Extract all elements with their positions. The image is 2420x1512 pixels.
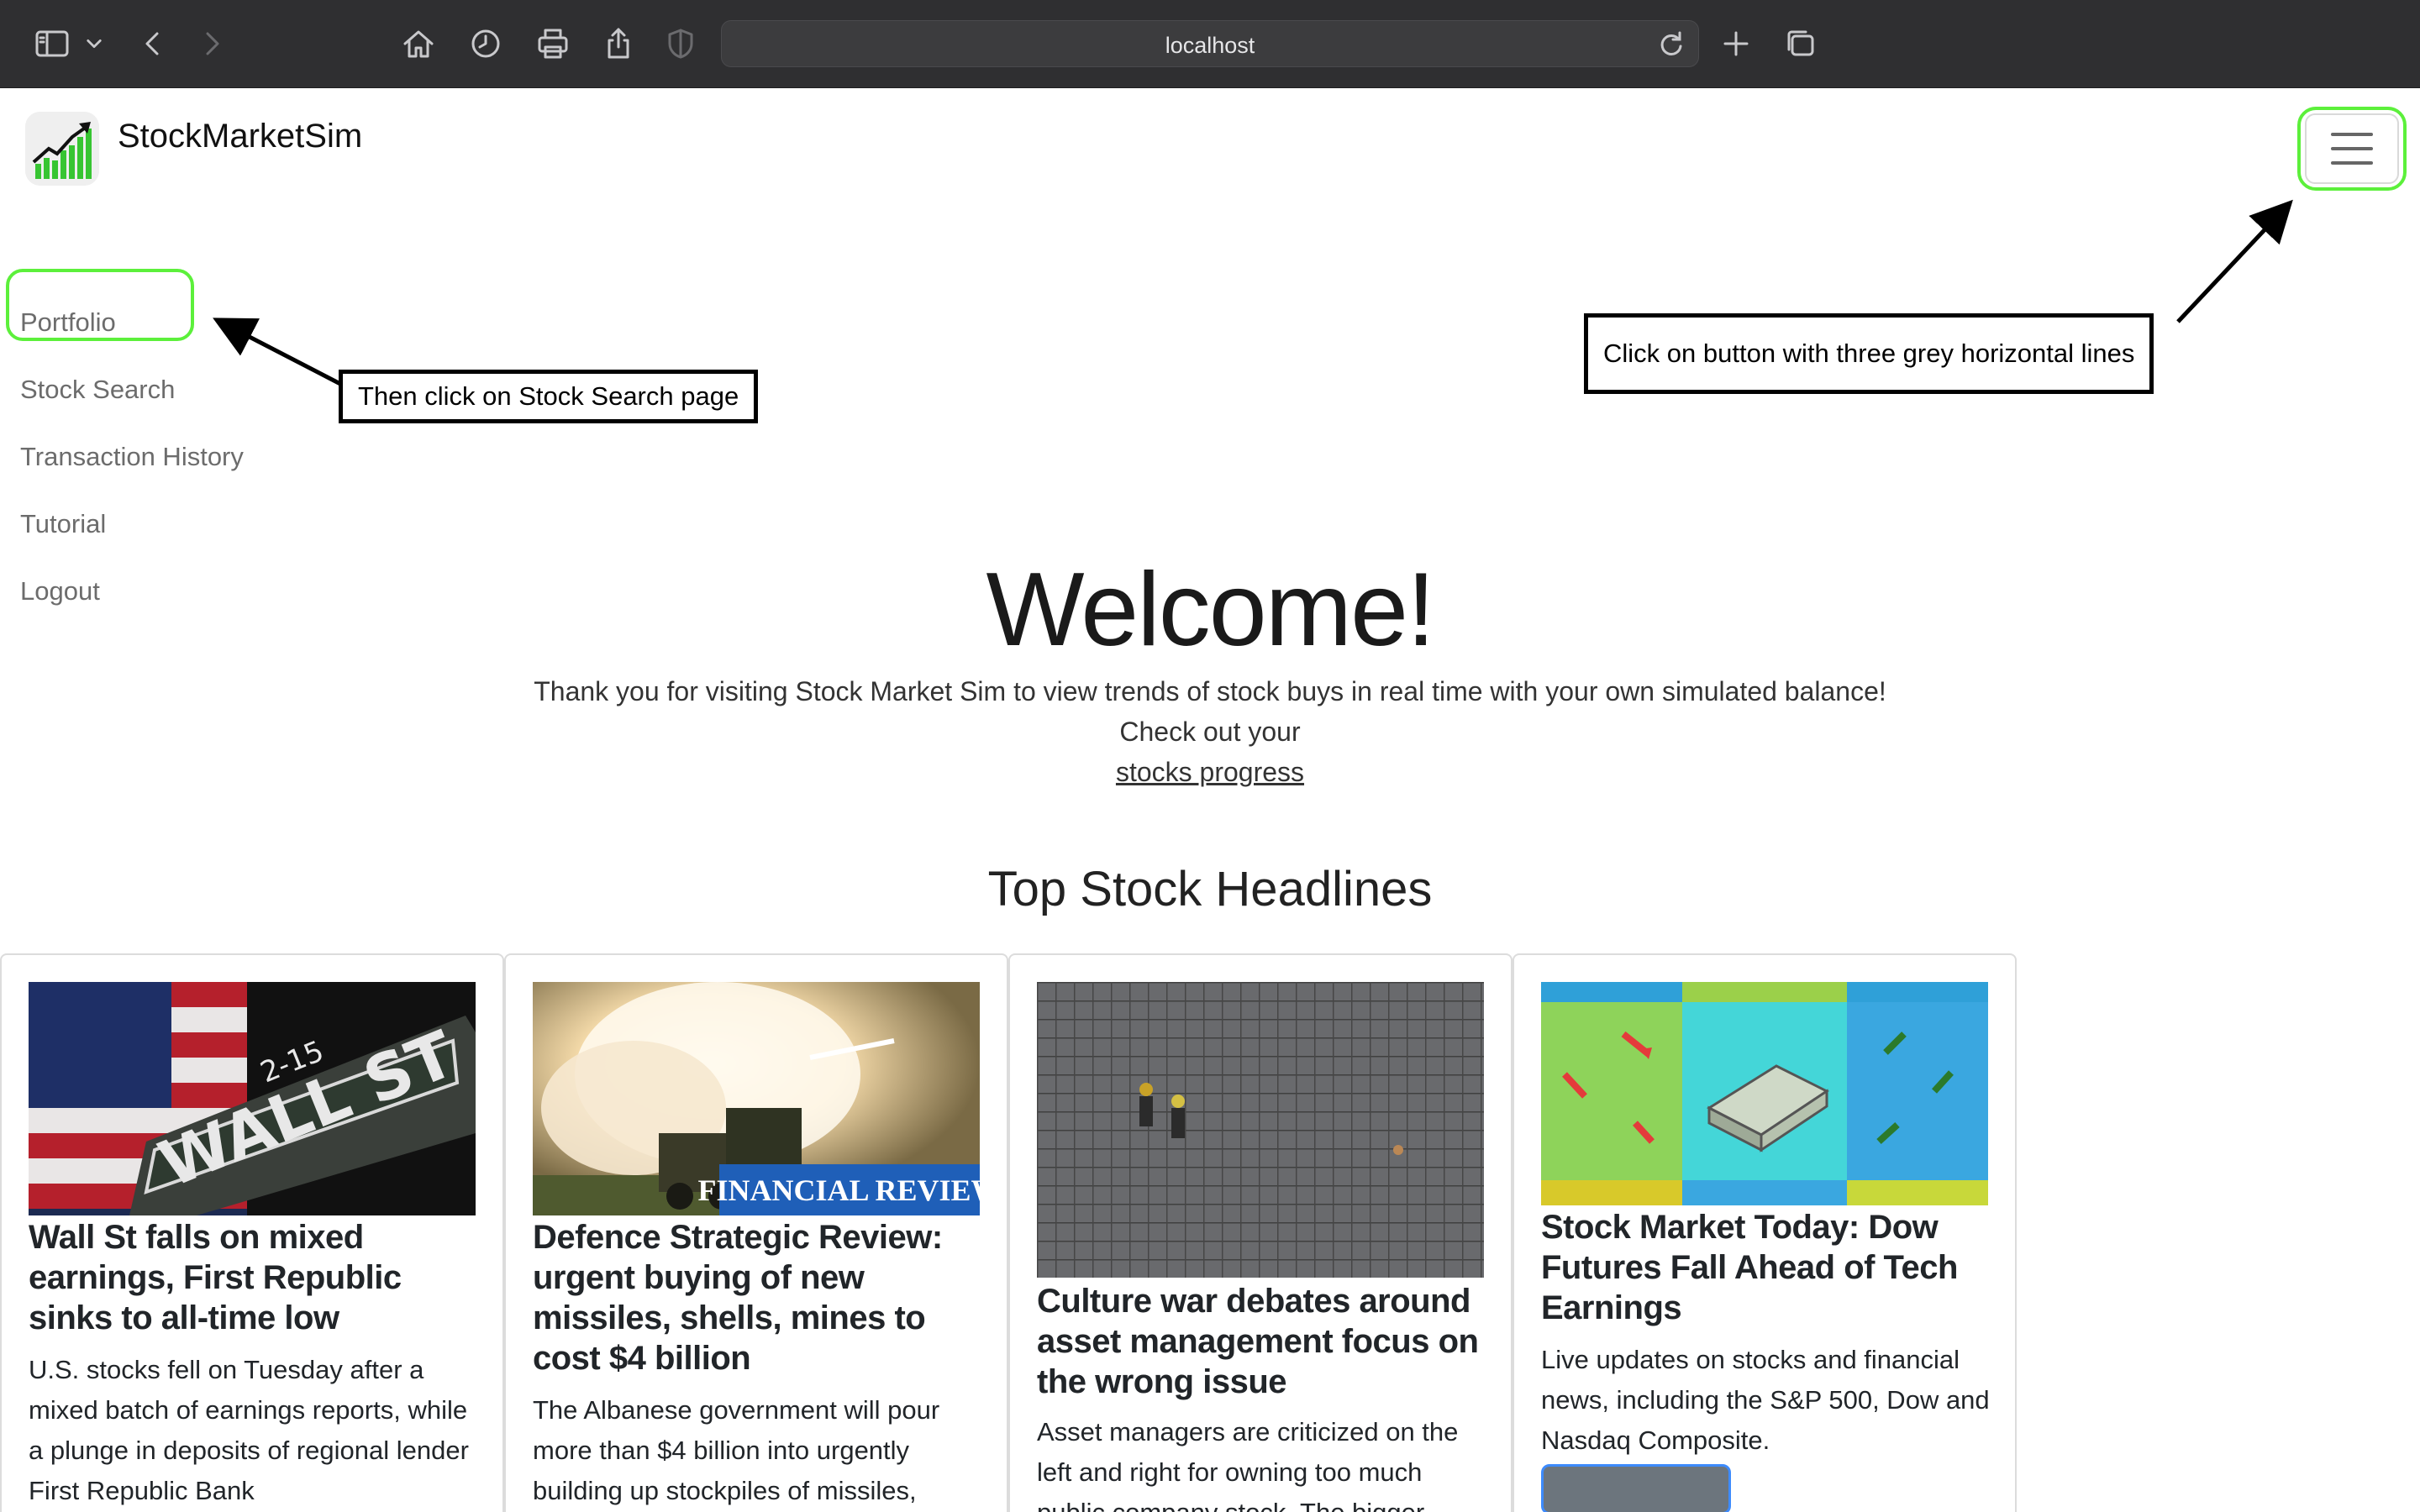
address-bar[interactable]: localhost — [721, 20, 1699, 67]
new-tab-icon[interactable] — [1716, 24, 1756, 64]
card-title[interactable]: Defence Strategic Review: urgent buying … — [533, 1217, 986, 1378]
card-text: The Albanese government will pour more t… — [533, 1395, 940, 1505]
headline-card[interactable]: Culture war debates around asset managem… — [1008, 953, 1512, 1512]
hero-line-1: Thank you for visiting Stock Market Sim … — [534, 676, 1886, 706]
welcome-title: Welcome! — [986, 552, 1436, 668]
headline-card[interactable]: FINANCIAL REVIEW Defence Strategic Revie… — [504, 953, 1008, 1512]
nav-portfolio[interactable]: Portfolio — [20, 307, 116, 338]
construction-rebar-image — [1037, 982, 1484, 1278]
nav-stock-search[interactable]: Stock Search — [20, 375, 175, 405]
card-text: Asset managers are criticized on the lef… — [1037, 1417, 1459, 1512]
card-title[interactable]: Stock Market Today: Dow Futures Fall Ahe… — [1541, 1207, 1995, 1328]
tabs-overview-icon[interactable] — [1780, 24, 1820, 64]
money-arrows-image — [1541, 982, 1988, 1205]
svg-text:FINANCIAL REVIEW: FINANCIAL REVIEW — [697, 1173, 980, 1207]
card-text: U.S. stocks fell on Tuesday after a mixe… — [29, 1355, 469, 1505]
history-icon[interactable] — [466, 24, 506, 64]
headline-card[interactable]: Stock Market Today: Dow Futures Fall Ahe… — [1512, 953, 2017, 1512]
hamburger-menu-icon — [2305, 113, 2399, 184]
hero-line-2: Check out your — [1119, 717, 1301, 747]
shield-icon — [660, 24, 701, 64]
search-hint-arrow — [213, 318, 342, 386]
sidebar-icon[interactable] — [32, 24, 72, 64]
menu-toggle-button[interactable] — [2297, 107, 2407, 191]
headline-card[interactable]: WALL ST 2-15 Wall St falls on mixed earn… — [0, 953, 504, 1512]
chevron-down-icon[interactable] — [77, 24, 111, 64]
url-text: localhost — [1165, 33, 1255, 58]
brand-name: StockMarketSim — [118, 117, 363, 155]
print-icon[interactable] — [533, 24, 573, 64]
reload-icon[interactable] — [1655, 28, 1688, 61]
logo — [25, 112, 99, 186]
home-icon[interactable] — [398, 24, 439, 64]
browser-toolbar: localhost — [0, 0, 2420, 88]
share-icon[interactable] — [598, 24, 639, 64]
menu-hint-callout: Click on button with three grey horizont… — [1584, 313, 2154, 394]
back-icon[interactable] — [133, 24, 173, 64]
card-text: Live updates on stocks and financial new… — [1541, 1345, 1990, 1455]
menu-hint-arrow — [2176, 199, 2293, 323]
stocks-progress-link[interactable]: stocks progress — [1116, 757, 1304, 787]
missile-launch-image: FINANCIAL REVIEW — [533, 982, 980, 1215]
wall-street-image: WALL ST 2-15 — [29, 982, 476, 1215]
search-hint-callout: Then click on Stock Search page — [339, 370, 759, 423]
headlines-title: Top Stock Headlines — [987, 862, 1433, 916]
card-title[interactable]: Wall St falls on mixed earnings, First R… — [29, 1217, 482, 1338]
card-title[interactable]: Culture war debates around asset managem… — [1037, 1281, 1491, 1402]
navbar-brand[interactable]: StockMarketSim — [25, 112, 362, 186]
nav-tutorial[interactable]: Tutorial — [20, 509, 106, 539]
web-page: StockMarketSim Portfolio Stock Search Tr… — [0, 88, 2420, 1512]
nav-transaction-history[interactable]: Transaction History — [20, 442, 244, 472]
read-article-button[interactable] — [1541, 1464, 1731, 1512]
forward-icon — [192, 24, 232, 64]
